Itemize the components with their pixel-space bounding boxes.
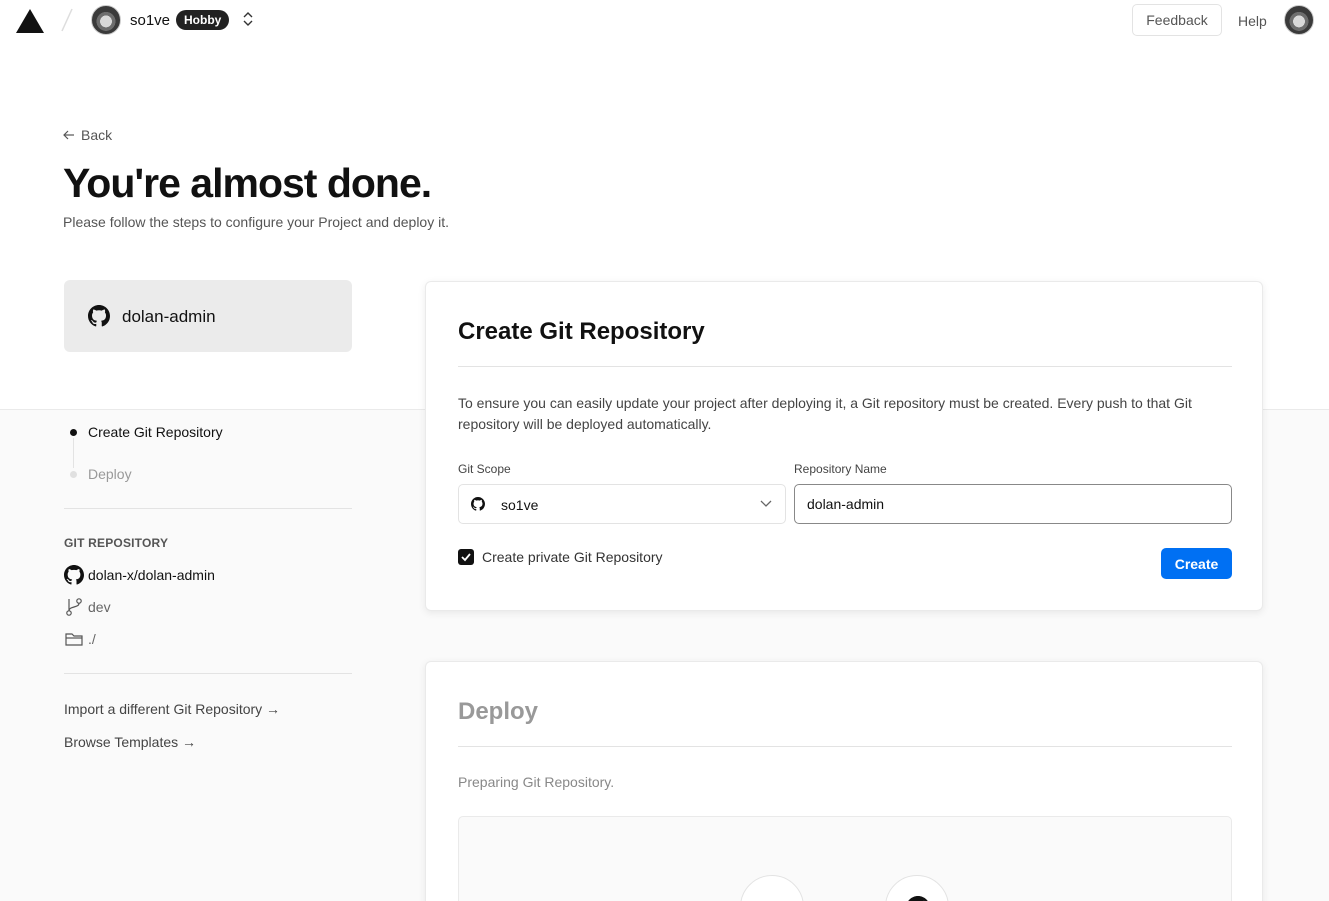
page-subtitle: Please follow the steps to configure you…	[63, 214, 449, 230]
github-icon	[64, 565, 84, 585]
github-icon	[471, 497, 485, 511]
page-title: You're almost done.	[63, 160, 432, 206]
private-repo-label[interactable]: Create private Git Repository	[482, 549, 663, 565]
github-icon	[908, 896, 928, 901]
repo-card: dolan-admin	[64, 280, 352, 352]
back-label: Back	[81, 127, 113, 143]
help-link[interactable]: Help	[1238, 13, 1267, 29]
import-different-repo-link[interactable]: Import a different Git Repository →	[64, 701, 280, 717]
chevron-up-down-icon[interactable]	[241, 10, 255, 28]
vercel-logo-icon[interactable]	[15, 8, 45, 34]
team-name[interactable]: so1ve	[130, 12, 170, 29]
team-avatar[interactable]	[91, 5, 121, 35]
git-directory-path: ./	[88, 631, 96, 647]
checkmark-icon	[461, 553, 471, 562]
steps-connector	[73, 438, 74, 468]
folder-icon	[65, 633, 83, 646]
step-label: Create Git Repository	[88, 424, 223, 440]
feedback-button[interactable]: Feedback	[1132, 4, 1222, 36]
deploy-progress-panel	[458, 816, 1232, 901]
git-branch-icon	[66, 598, 82, 616]
card-divider	[458, 366, 1232, 367]
folder-icon	[761, 896, 785, 901]
repo-card-name: dolan-admin	[122, 307, 216, 326]
repository-name-input[interactable]	[794, 484, 1232, 524]
git-scope-label: Git Scope	[458, 462, 511, 476]
git-branch-name: dev	[88, 599, 111, 615]
create-button[interactable]: Create	[1161, 548, 1232, 579]
git-repository-heading: GIT REPOSITORY	[64, 536, 169, 550]
git-repo-name[interactable]: dolan-x/dolan-admin	[88, 567, 215, 583]
git-scope-select[interactable]: so1ve	[458, 484, 786, 524]
private-repo-checkbox[interactable]	[458, 549, 474, 565]
user-avatar[interactable]	[1284, 5, 1314, 35]
step-pending-dot	[70, 471, 77, 478]
slash-divider-icon	[61, 8, 73, 32]
sidebar-divider	[64, 508, 352, 509]
deploy-status-text: Preparing Git Repository.	[458, 774, 615, 790]
chevron-down-icon	[760, 500, 772, 507]
git-scope-value: so1ve	[501, 497, 539, 513]
card-title: Create Git Repository	[458, 318, 705, 345]
github-circle	[885, 875, 949, 901]
card-divider	[458, 746, 1232, 747]
folder-circle	[740, 875, 804, 901]
browse-templates-link[interactable]: Browse Templates →	[64, 734, 196, 750]
step-label: Deploy	[88, 466, 132, 482]
plan-badge: Hobby	[176, 10, 230, 30]
deploy-card: Deploy Preparing Git Repository.	[425, 661, 1263, 901]
repository-name-label: Repository Name	[794, 462, 887, 476]
github-icon	[88, 305, 110, 327]
step-active-dot	[70, 429, 77, 436]
arrow-left-icon	[63, 130, 74, 140]
back-link[interactable]: Back	[63, 127, 112, 143]
create-git-repository-card: Create Git Repository To ensure you can …	[425, 281, 1263, 611]
card-description: To ensure you can easily update your pro…	[458, 395, 1192, 432]
card-title: Deploy	[458, 698, 539, 725]
sidebar-divider	[64, 673, 352, 674]
top-nav: so1ve Hobby Feedback Help	[0, 0, 1329, 40]
